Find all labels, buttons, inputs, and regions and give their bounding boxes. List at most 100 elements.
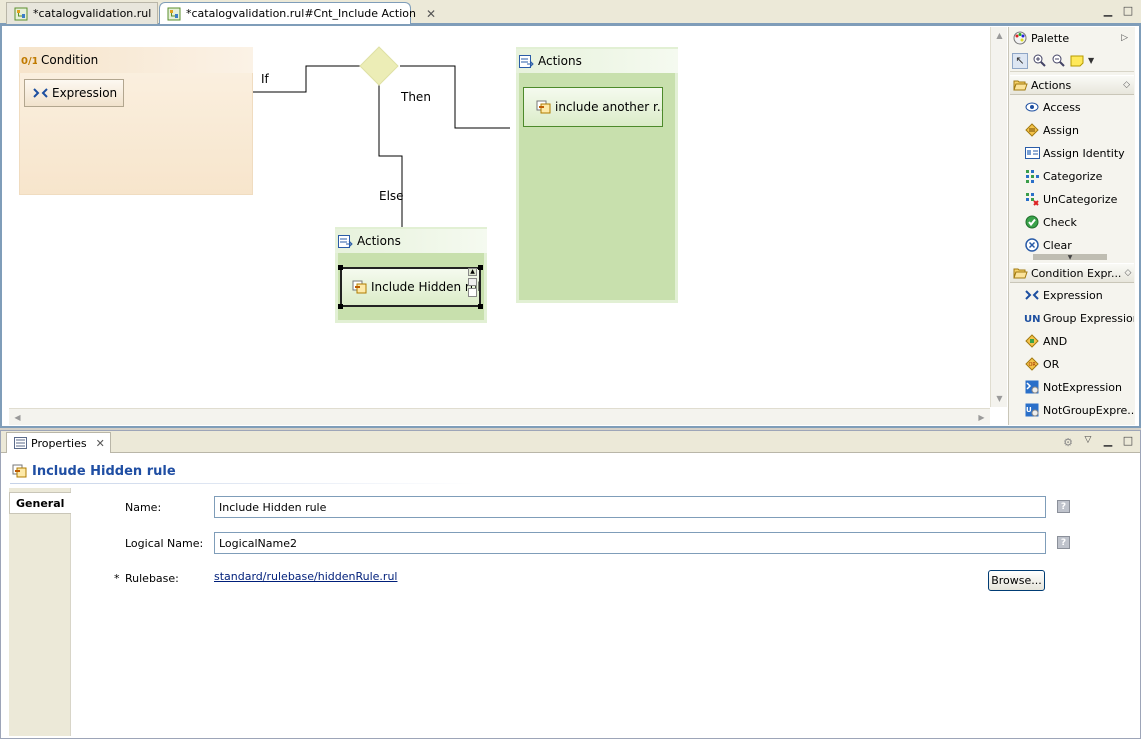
svg-text:UN: UN [1024, 314, 1040, 324]
maximize-icon[interactable]: □ [1120, 433, 1136, 447]
scroll-down-icon[interactable]: ▼ [991, 390, 1008, 407]
scroll-track[interactable] [468, 288, 477, 297]
view-menu-chevron-down-icon[interactable]: ▽ [1080, 433, 1096, 447]
selection-handle[interactable] [338, 265, 343, 270]
palette-collapse-icon[interactable]: ▷ [1121, 33, 1128, 43]
palette-item-or[interactable]: OR OR [1024, 353, 1134, 375]
view-menu-gear-icon[interactable]: ⚙ [1060, 435, 1076, 449]
not-expression-icon [1024, 379, 1040, 395]
scroll-right-icon[interactable]: ▶ [973, 409, 990, 426]
palette-item-not-expression[interactable]: NotExpression [1024, 376, 1134, 398]
palette-item-group-expression[interactable]: UN Group Expression [1024, 307, 1134, 329]
select-tool-icon[interactable]: ↖ [1012, 52, 1028, 69]
properties-title: Include Hidden rule [12, 460, 176, 482]
palette-item-label: OR [1043, 357, 1060, 371]
identity-card-icon [1024, 145, 1040, 161]
or-icon: OR [1024, 356, 1040, 372]
canvas-horizontal-scrollbar[interactable]: ◀ ▶ [9, 408, 990, 425]
note-tool-icon[interactable] [1069, 53, 1085, 69]
palette-item-clear[interactable]: Clear [1024, 234, 1134, 256]
expression-icon [1024, 287, 1040, 303]
expression-node[interactable]: Expression [24, 79, 124, 107]
zoom-out-icon[interactable] [1050, 53, 1066, 69]
categorize-grid-icon [1024, 168, 1040, 184]
required-marker: * [114, 571, 120, 585]
actions-then-header: Actions [516, 49, 678, 73]
rulebase-link[interactable]: standard/rulebase/hiddenRule.rul [214, 570, 397, 583]
and-icon [1024, 333, 1040, 349]
not-group-expression-icon: U [1024, 402, 1040, 418]
palette-item-not-group-expression[interactable]: U NotGroupExpre... [1024, 399, 1134, 421]
scroll-left-icon[interactable]: ◀ [9, 409, 26, 426]
properties-title-text: Include Hidden rule [32, 463, 176, 479]
actions-then-container[interactable] [516, 47, 678, 303]
palette-header[interactable]: Palette ▷ [1010, 28, 1134, 48]
include-hidden-rule-label: Include Hidden rul [371, 280, 481, 294]
include-hidden-rule-node[interactable]: Include Hidden rul [340, 267, 481, 307]
include-another-rule-node[interactable]: include another r... [523, 87, 663, 127]
close-tab-icon[interactable]: ✕ [426, 7, 436, 21]
palette-item-assign-identity[interactable]: Assign Identity [1024, 142, 1134, 164]
palette-item-categorize[interactable]: Categorize [1024, 165, 1134, 187]
selection-handle[interactable] [338, 304, 343, 309]
clear-icon [1024, 237, 1040, 253]
selection-handle[interactable] [478, 304, 483, 309]
then-label: Then [401, 90, 431, 104]
palette-item-expression[interactable]: Expression [1024, 284, 1134, 306]
include-rule-icon [352, 279, 368, 295]
canvas-vertical-scrollbar[interactable]: ▲ ▼ [990, 27, 1007, 407]
palette-drawer-condition-expressions[interactable]: Condition Expr... ◇ [1010, 263, 1134, 283]
palette-item-check[interactable]: Check [1024, 211, 1134, 233]
pin-icon[interactable]: ◇ [1123, 80, 1130, 90]
properties-icon [12, 435, 28, 451]
expression-label: Expression [52, 86, 118, 100]
palette-drawer-actions[interactable]: Actions ◇ [1010, 75, 1134, 95]
actions-icon [337, 233, 353, 249]
tab-properties[interactable]: Properties ✕ [6, 432, 111, 453]
zoom-in-icon[interactable] [1031, 53, 1047, 69]
palette-item-label: Clear [1043, 238, 1072, 252]
properties-tab-label: Properties [31, 436, 87, 450]
palette-item-label: NotExpression [1043, 380, 1122, 394]
palette-item-access[interactable]: Access [1024, 96, 1134, 118]
diagram-canvas[interactable]: If Then Else 0/1 Condition Expression Ac… [9, 27, 989, 407]
browse-button[interactable]: Browse... [988, 570, 1045, 591]
include-another-rule-label: include another r... [555, 100, 663, 114]
palette-item-label: Check [1043, 215, 1077, 229]
svg-text:0/1: 0/1 [21, 56, 37, 66]
tab-catalogvalidation[interactable]: *catalogvalidation.rul [6, 2, 158, 24]
palette-item-label: UnCategorize [1043, 192, 1118, 206]
drawer-label: Condition Expr... [1031, 266, 1122, 280]
help-icon[interactable]: ? [1057, 536, 1070, 549]
selection-handle[interactable] [478, 265, 483, 270]
scroll-up-icon[interactable]: ▲ [991, 27, 1008, 44]
rule-file-icon [166, 6, 182, 22]
palette-item-label: Categorize [1043, 169, 1103, 183]
rulebase-label: Rulebase: [125, 571, 179, 585]
tab-general[interactable]: General [9, 492, 71, 514]
tab-label: *catalogvalidation.rul#Cnt_Include Actio… [186, 7, 416, 20]
palette-toolbar: ↖ ▼ [1010, 50, 1134, 72]
minimize-icon[interactable]: ▁ [1100, 3, 1116, 17]
assign-icon [1024, 122, 1040, 138]
logical-name-field[interactable]: LogicalName2 [214, 532, 1046, 554]
palette-item-uncategorize[interactable]: UnCategorize [1024, 188, 1134, 210]
scroll-thumb[interactable] [468, 278, 477, 286]
name-field[interactable]: Include Hidden rule [214, 496, 1046, 518]
help-icon[interactable]: ? [1057, 500, 1070, 513]
folder-open-icon [1012, 265, 1028, 281]
expression-icon [33, 85, 49, 101]
palette-item-and[interactable]: AND [1024, 330, 1134, 352]
pin-icon[interactable]: ◇ [1124, 268, 1131, 278]
minimize-icon[interactable]: ▁ [1100, 433, 1116, 447]
maximize-icon[interactable]: □ [1120, 3, 1136, 17]
node-scrollbar[interactable]: ▲ [468, 268, 477, 302]
tab-cnt-include-action[interactable]: *catalogvalidation.rul#Cnt_Include Actio… [159, 2, 436, 25]
chevron-down-icon[interactable]: ▼ [1088, 56, 1094, 65]
scroll-up-icon[interactable]: ▲ [468, 268, 477, 276]
close-tab-icon[interactable]: ✕ [96, 437, 105, 450]
palette-item-assign[interactable]: Assign [1024, 119, 1134, 141]
drawer-scroll-down-icon[interactable]: ▼ [1033, 254, 1107, 261]
condition-title: Condition [41, 53, 99, 67]
palette-item-label: Access [1043, 100, 1081, 114]
